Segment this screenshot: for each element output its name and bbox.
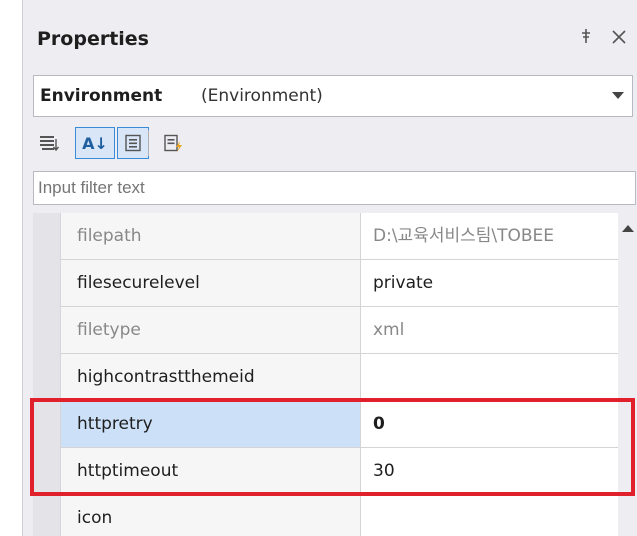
pin-icon[interactable]: [579, 28, 593, 49]
categorized-button[interactable]: [33, 127, 65, 159]
events-button[interactable]: [157, 127, 189, 159]
alphabetical-icon: A↓: [82, 133, 108, 153]
property-name: highcontrastthemeid: [61, 354, 361, 401]
row-margin: [33, 354, 61, 401]
vertical-scrollbar[interactable]: [619, 213, 636, 536]
property-row-icon[interactable]: icon: [33, 495, 618, 536]
row-margin: [33, 213, 61, 260]
row-margin: [33, 260, 61, 307]
properties-view-button[interactable]: [117, 127, 149, 159]
property-name: httpretry: [61, 401, 361, 448]
row-margin: [33, 401, 61, 448]
property-row-filetype[interactable]: filetype xml: [33, 307, 618, 354]
categorized-icon: [40, 136, 60, 152]
toolbar-separator: [148, 130, 149, 156]
row-margin: [33, 495, 61, 536]
property-name: icon: [61, 495, 361, 536]
property-row-filesecurelevel[interactable]: filesecurelevel private: [33, 260, 618, 307]
close-icon[interactable]: [611, 26, 627, 50]
property-value[interactable]: [361, 354, 618, 401]
property-name: filesecurelevel: [61, 260, 361, 307]
events-icon: [164, 134, 182, 152]
properties-panel: Properties Environment (Environment) A↓: [22, 0, 637, 536]
property-row-filepath[interactable]: filepath D:\교육서비스팀\TOBEE: [33, 213, 618, 260]
property-value[interactable]: D:\교육서비스팀\TOBEE: [361, 213, 618, 260]
filter-input[interactable]: [33, 171, 636, 205]
object-name: Environment: [40, 86, 163, 106]
property-value[interactable]: xml: [361, 307, 618, 354]
property-name: filetype: [61, 307, 361, 354]
row-margin: [33, 307, 61, 354]
property-value[interactable]: private: [361, 260, 618, 307]
object-type: (Environment): [201, 86, 323, 106]
row-margin: [33, 448, 61, 495]
property-row-highcontrastthemeid[interactable]: highcontrastthemeid: [33, 354, 618, 401]
panel-titlebar: Properties: [23, 0, 637, 80]
property-value[interactable]: 30: [361, 448, 618, 495]
property-value[interactable]: 0: [361, 401, 618, 448]
object-selector[interactable]: Environment (Environment): [33, 75, 633, 117]
properties-icon: [125, 134, 141, 152]
panel-title: Properties: [37, 28, 149, 50]
property-row-httpretry[interactable]: httpretry 0: [33, 401, 618, 448]
property-grid: filepath D:\교육서비스팀\TOBEE filesecurelevel…: [33, 213, 618, 536]
chevron-down-icon[interactable]: [612, 92, 624, 99]
property-name: httptimeout: [61, 448, 361, 495]
property-value[interactable]: [361, 495, 618, 536]
property-row-httptimeout[interactable]: httptimeout 30: [33, 448, 618, 495]
alphabetical-button[interactable]: A↓: [75, 127, 115, 159]
properties-toolbar: A↓: [33, 122, 633, 166]
property-name: filepath: [61, 213, 361, 260]
scroll-up-arrow-icon[interactable]: [622, 225, 634, 232]
